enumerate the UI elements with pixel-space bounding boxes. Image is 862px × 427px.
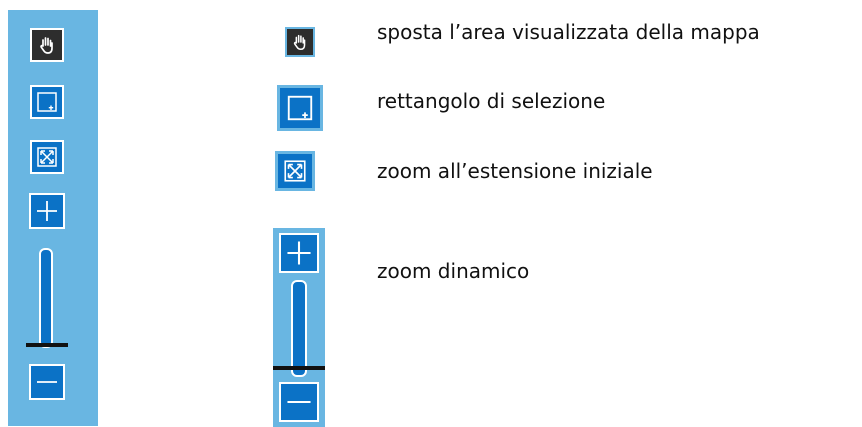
legend-hand-icon [285, 27, 315, 57]
legend-zoom-slider-thumb [273, 366, 325, 370]
full-extent-icon [35, 145, 59, 169]
legend-zoom-in-icon [279, 233, 319, 273]
legend-label-zoom-slider: zoom dinamico [377, 259, 530, 283]
minus-icon [34, 369, 60, 395]
legend-zoom-slider-track [291, 280, 307, 377]
selection-rectangle-icon [35, 90, 59, 114]
zoom-out-button[interactable] [29, 364, 65, 400]
plus-icon [34, 198, 60, 224]
legend-selection-rectangle-icon [277, 85, 323, 131]
zoom-slider-thumb[interactable] [26, 343, 68, 347]
zoom-in-button[interactable] [29, 193, 65, 229]
legend-label-selection: rettangolo di selezione [377, 89, 606, 113]
map-toolbar [8, 10, 98, 426]
pan-button[interactable] [30, 28, 64, 62]
legend-zoom-out-icon [279, 382, 319, 422]
selection-rectangle-button[interactable] [30, 85, 64, 119]
legend-full-extent-icon [275, 151, 315, 191]
legend-label-pan: sposta l’area visualizzata della mappa [377, 20, 760, 44]
hand-icon [36, 34, 58, 56]
legend-label-full-extent: zoom all’estensione iniziale [377, 159, 653, 183]
zoom-slider-track[interactable] [39, 248, 53, 348]
full-extent-button[interactable] [30, 140, 64, 174]
